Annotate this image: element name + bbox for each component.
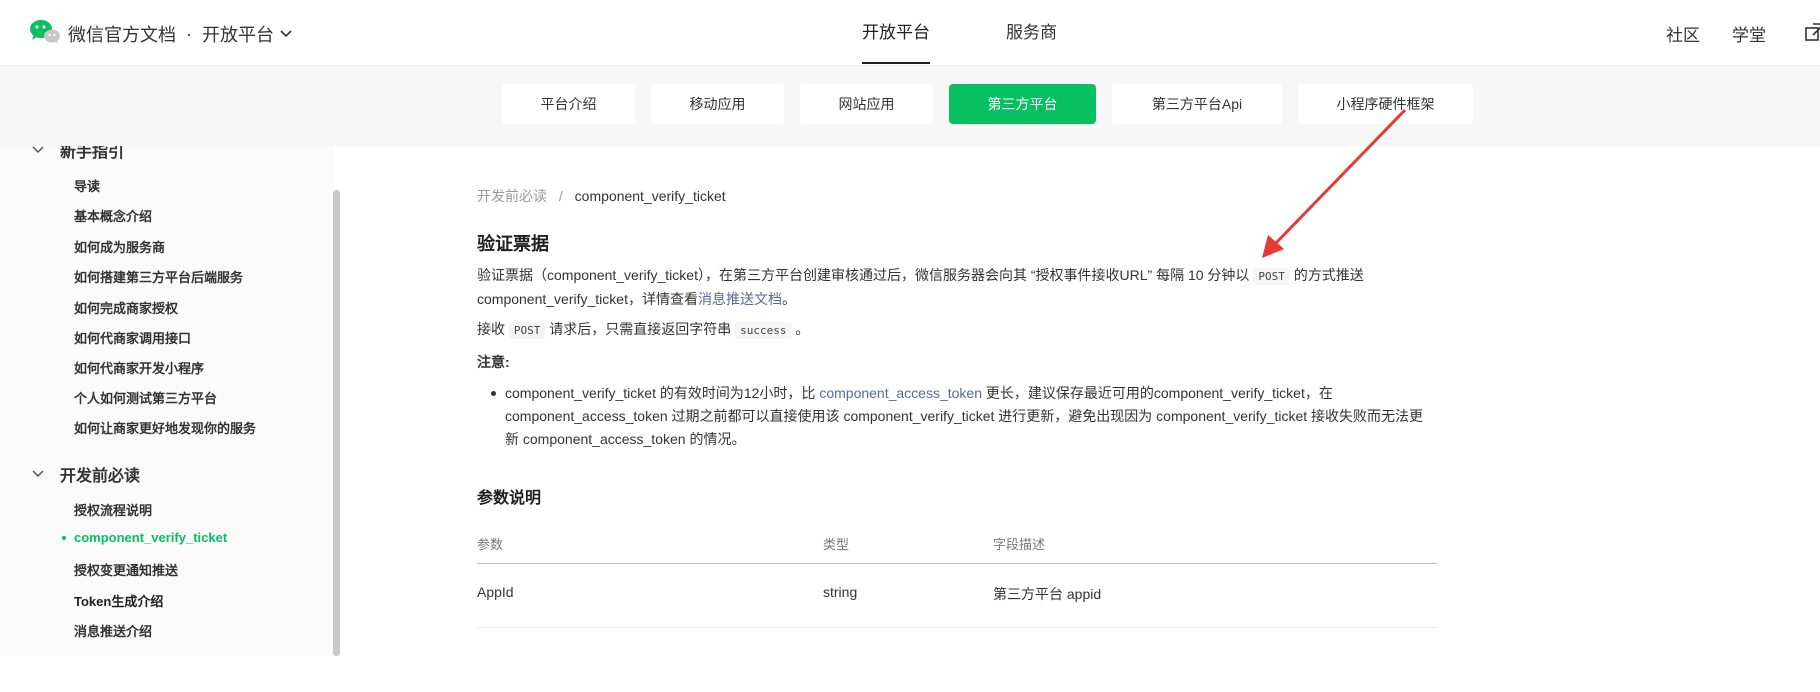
- component-access-token-link[interactable]: component_access_token: [819, 385, 982, 401]
- nav-academy[interactable]: 学堂: [1732, 21, 1766, 46]
- text: component_verify_ticket，详情查看: [477, 291, 698, 307]
- breadcrumb-current: component_verify_ticket: [574, 188, 726, 204]
- text: 。: [781, 291, 796, 307]
- params-section-title: 参数说明: [477, 490, 542, 507]
- sidebar-item[interactable]: 如何代商家调用接口: [74, 328, 191, 347]
- sidebar: 新手指引 导读 基本概念介绍 如何成为服务商 如何搭建第三方平台后端服务 如何完…: [0, 146, 334, 656]
- top-nav: 开放平台 服务商: [862, 0, 1133, 66]
- top-header: 微信官方文档 · 开放平台 开放平台 服务商 社区 学堂: [0, 0, 1820, 66]
- table-header-cell: 类型: [823, 537, 850, 552]
- table-header: 参数 类型 字段描述: [477, 526, 1437, 564]
- table-cell: string: [823, 584, 858, 600]
- sidebar-item[interactable]: 如何搭建第三方平台后端服务: [74, 267, 243, 286]
- chevron-down-icon[interactable]: [32, 146, 44, 157]
- sidebar-item[interactable]: 如何让商家更好地发现你的服务: [74, 418, 256, 437]
- sidebar-item[interactable]: 导读: [74, 176, 100, 195]
- params-table: 参数 类型 字段描述 AppId string 第三方平台 appid: [477, 526, 1437, 692]
- top-nav-service-provider[interactable]: 服务商: [1006, 0, 1057, 66]
- brand-title[interactable]: 微信官方文档: [68, 21, 176, 47]
- platform-switcher[interactable]: 开放平台: [202, 21, 274, 47]
- sub-nav: 平台介绍 移动应用 网站应用 第三方平台 第三方平台Api 小程序硬件框架: [0, 66, 1820, 146]
- breadcrumb-parent[interactable]: 开发前必读: [477, 188, 547, 204]
- tab-mobile-app[interactable]: 移动应用: [651, 84, 784, 124]
- sidebar-item-component-verify-ticket[interactable]: component_verify_ticket: [61, 530, 227, 545]
- table-header-cell: 参数: [477, 537, 504, 552]
- sidebar-item[interactable]: 如何代商家开发小程序: [74, 358, 204, 377]
- sidebar-group-beginner[interactable]: 新手指引: [32, 146, 124, 162]
- table-header-cell: 字段描述: [993, 537, 1046, 552]
- text: 的方式推送: [1293, 267, 1364, 283]
- table-row: AppId string 第三方平台 appid: [477, 564, 1437, 628]
- inline-code: POST: [1253, 268, 1290, 285]
- breadcrumb-separator: /: [558, 188, 563, 204]
- table-row-partial: [477, 628, 1437, 692]
- page-title: 验证票据: [477, 234, 549, 254]
- top-nav-open-platform[interactable]: 开放平台: [862, 0, 930, 66]
- external-link-icon[interactable]: [1804, 22, 1820, 44]
- sidebar-item[interactable]: 如何成为服务商: [74, 237, 165, 256]
- sidebar-item[interactable]: 如何完成商家授权: [74, 298, 178, 317]
- receive-paragraph: 接收 POST 请求后，只需直接返回字符串 success 。: [477, 318, 1417, 342]
- brand: 微信官方文档 · 开放平台: [68, 21, 292, 47]
- text: component_verify_ticket 的有效时间为12小时，比: [505, 385, 816, 401]
- breadcrumb: 开发前必读 / component_verify_ticket: [477, 186, 726, 206]
- nav-community[interactable]: 社区: [1666, 21, 1700, 46]
- table-cell: AppId: [477, 584, 514, 600]
- note-label: 注意:: [477, 354, 510, 370]
- message-push-doc-link[interactable]: 消息推送文档: [698, 291, 782, 307]
- sidebar-group-label: 新手指引: [60, 146, 125, 161]
- sidebar-item[interactable]: Token生成介绍: [74, 591, 163, 610]
- sub-nav-tabs: 平台介绍 移动应用 网站应用 第三方平台 第三方平台Api 小程序硬件框架: [502, 84, 1489, 124]
- tab-website-app[interactable]: 网站应用: [800, 84, 933, 124]
- sidebar-group-before-dev[interactable]: 开发前必读: [32, 462, 140, 486]
- right-nav: 社区 学堂: [1666, 0, 1820, 66]
- text: 验证票据（component_verify_ticket），在第三方平台创建审核…: [477, 267, 1250, 283]
- tab-third-party-platform[interactable]: 第三方平台: [949, 84, 1096, 124]
- chevron-down-icon[interactable]: [32, 467, 44, 481]
- sidebar-item[interactable]: 授权变更通知推送: [74, 560, 178, 579]
- tab-third-party-api[interactable]: 第三方平台Api: [1112, 84, 1282, 124]
- brand-separator: ·: [186, 23, 192, 44]
- sidebar-group-label: 开发前必读: [60, 468, 141, 485]
- sidebar-item[interactable]: 授权流程说明: [74, 500, 152, 519]
- sidebar-scrollbar[interactable]: [333, 190, 340, 656]
- intro-paragraph: 验证票据（component_verify_ticket），在第三方平台创建审核…: [477, 264, 1417, 311]
- sidebar-item[interactable]: 个人如何测试第三方平台: [74, 388, 217, 407]
- tab-mini-program-hardware[interactable]: 小程序硬件框架: [1298, 84, 1473, 124]
- table-cell: 第三方平台 appid: [993, 586, 1102, 602]
- chevron-down-icon[interactable]: [280, 27, 292, 41]
- note-bullet: component_verify_ticket 的有效时间为12小时，比 com…: [491, 382, 1425, 451]
- text: 。: [795, 321, 810, 337]
- wechat-logo-icon[interactable]: [28, 18, 62, 46]
- text: 请求后，只需直接返回字符串: [549, 321, 732, 337]
- sidebar-item[interactable]: 消息推送介绍: [74, 621, 152, 640]
- tab-platform-intro[interactable]: 平台介绍: [502, 84, 635, 124]
- inline-code: POST: [508, 322, 546, 339]
- text: 接收: [477, 321, 505, 337]
- inline-code: success: [735, 322, 792, 339]
- sidebar-item[interactable]: 基本概念介绍: [74, 206, 152, 225]
